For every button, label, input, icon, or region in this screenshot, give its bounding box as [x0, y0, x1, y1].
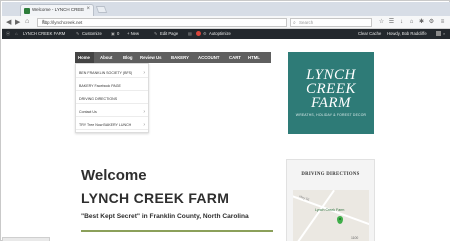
- comments-count[interactable]: 0: [117, 31, 119, 36]
- home-icon[interactable]: ⌂: [25, 18, 29, 25]
- submenu-item[interactable]: BAKERY Facebook PAGE: [76, 81, 148, 91]
- submenu-item-label: DRIVING DIRECTIONS: [79, 97, 118, 101]
- main-menu: Home About Blog Review Us BAKERY ACCOUNT…: [75, 52, 271, 63]
- submenu-item[interactable]: BEN FRANKLIN SOCIETY (BFS) ›: [76, 68, 148, 78]
- browser-window: Welcome - LYNCH CREEK FAR × ◀ ▶ ⌂ http:/…: [0, 0, 450, 241]
- map[interactable]: Hwy 56 Lynch Creek Farm 1100: [293, 190, 369, 241]
- downloads-icon[interactable]: ↓: [398, 19, 405, 26]
- site-name-link[interactable]: LYNCH CREEK FARM: [23, 31, 65, 36]
- clear-cache-link[interactable]: Clear Cache: [358, 31, 381, 36]
- logo-line-3: FARM: [310, 95, 352, 111]
- submenu-item-label: Contact Us: [79, 110, 97, 114]
- settings-icon[interactable]: ⚙: [428, 19, 435, 26]
- search-input[interactable]: ⌕ Search: [290, 18, 372, 27]
- driving-directions-widget: DRIVING DIRECTIONS Hwy 56 Lynch Creek Fa…: [286, 159, 375, 241]
- logo-line-1: LYNCH: [306, 67, 356, 83]
- menu-item-account[interactable]: ACCOUNT: [198, 55, 219, 60]
- menu-item-blog[interactable]: Blog: [123, 55, 133, 60]
- submenu-item-label: TRY Tree Now BAKERY LUNCH: [79, 123, 132, 127]
- user-greeting[interactable]: Howdy, Bob Radcliffe: [387, 31, 427, 36]
- wordpress-icon[interactable]: ⓦ: [6, 31, 10, 37]
- addon-icon[interactable]: ✱: [418, 19, 425, 26]
- search-icon: ⌕: [293, 20, 296, 26]
- new-tab-button[interactable]: [95, 6, 108, 13]
- customize-link[interactable]: Customize: [82, 31, 102, 36]
- menu-item-html[interactable]: HTML: [248, 55, 260, 60]
- submenu-item[interactable]: TRY Tree Now BAKERY LUNCH ›: [76, 120, 148, 130]
- map-place-label: Lynch Creek Farm: [315, 208, 345, 212]
- avatar[interactable]: [436, 31, 441, 36]
- address-bar[interactable]: http://lynchcreek.net ↻: [37, 18, 287, 27]
- map-pin-icon[interactable]: [337, 216, 343, 224]
- widget-title: DRIVING DIRECTIONS: [301, 172, 360, 177]
- reload-icon[interactable]: ↻: [42, 19, 283, 26]
- back-icon[interactable]: ◀: [6, 18, 11, 26]
- seo-status-icon[interactable]: [196, 31, 201, 36]
- search-admin-icon[interactable]: ⌕: [443, 31, 445, 36]
- menu-item-about[interactable]: About: [100, 55, 112, 60]
- site-logo[interactable]: LYNCH CREEK FARM WREATHS, HOLIDAY & FORE…: [288, 52, 374, 134]
- welcome-heading: Welcome: [81, 167, 147, 184]
- status-bar: [2, 237, 50, 241]
- chevron-right-icon: ›: [143, 122, 145, 128]
- page-title: LYNCH CREEK FARM: [81, 190, 230, 206]
- menu-item-cart[interactable]: CART: [229, 55, 241, 60]
- new-link[interactable]: + New: [127, 31, 139, 36]
- submenu-item-label: BAKERY Facebook PAGE: [79, 84, 121, 88]
- tagline: "Best Kept Secret" in Franklin County, N…: [81, 213, 249, 220]
- menu-icon[interactable]: ≡: [439, 19, 446, 26]
- tab-title: Welcome - LYNCH CREEK FAR: [32, 7, 84, 12]
- menu-item-review-us[interactable]: Review Us: [140, 55, 162, 60]
- map-road-number: 1100: [351, 236, 359, 240]
- address-row: ◀ ▶ ⌂ http://lynchcreek.net ↻ ⌕ Search ☆…: [2, 16, 450, 29]
- stats-icon[interactable]: ▤: [188, 31, 192, 36]
- home-toolbar-icon[interactable]: ⌂: [408, 19, 415, 26]
- edit-page-link[interactable]: Edit Page: [160, 31, 178, 36]
- comments-icon[interactable]: ▣: [111, 31, 115, 36]
- submenu-item[interactable]: DRIVING DIRECTIONS: [76, 94, 148, 104]
- submenu-item-label: BEN FRANKLIN SOCIETY (BFS): [79, 71, 133, 75]
- tab-strip: Welcome - LYNCH CREEK FAR ×: [2, 2, 450, 16]
- logo-subtitle: WREATHS, HOLIDAY & FOREST DECOR: [295, 113, 367, 117]
- logo-line-2: CREEK: [306, 81, 356, 97]
- bookmark-star-icon[interactable]: ☆: [378, 19, 385, 26]
- search-placeholder: Search: [299, 20, 314, 25]
- chevron-right-icon: ›: [143, 70, 145, 76]
- chevron-right-icon: ›: [143, 109, 145, 115]
- submenu-item[interactable]: Contact Us ›: [76, 107, 148, 117]
- browser-tab[interactable]: Welcome - LYNCH CREEK FAR ×: [20, 4, 94, 16]
- home-admin-icon[interactable]: ⌂: [15, 31, 18, 36]
- menu-item-bakery[interactable]: BAKERY: [171, 55, 189, 60]
- favicon-icon: [24, 8, 30, 14]
- forward-icon[interactable]: ▶: [15, 18, 20, 26]
- gear-icon: ⚙: [203, 31, 207, 36]
- submenu-dropdown: BEN FRANKLIN SOCIETY (BFS) › BAKERY Face…: [75, 63, 149, 133]
- pencil-icon: ✎: [76, 31, 80, 36]
- reading-list-icon[interactable]: ☰: [388, 19, 395, 26]
- wp-admin-bar: ⓦ ⌂ LYNCH CREEK FARM ✎ Customize ▣ 0 + N…: [2, 29, 450, 39]
- autoptimize-link[interactable]: Autoptimize: [209, 31, 231, 36]
- edit-icon: ✎: [154, 31, 158, 36]
- divider: [81, 230, 273, 232]
- page-content: [2, 39, 450, 241]
- close-tab-icon[interactable]: ×: [86, 6, 90, 12]
- menu-item-home[interactable]: Home: [78, 55, 90, 60]
